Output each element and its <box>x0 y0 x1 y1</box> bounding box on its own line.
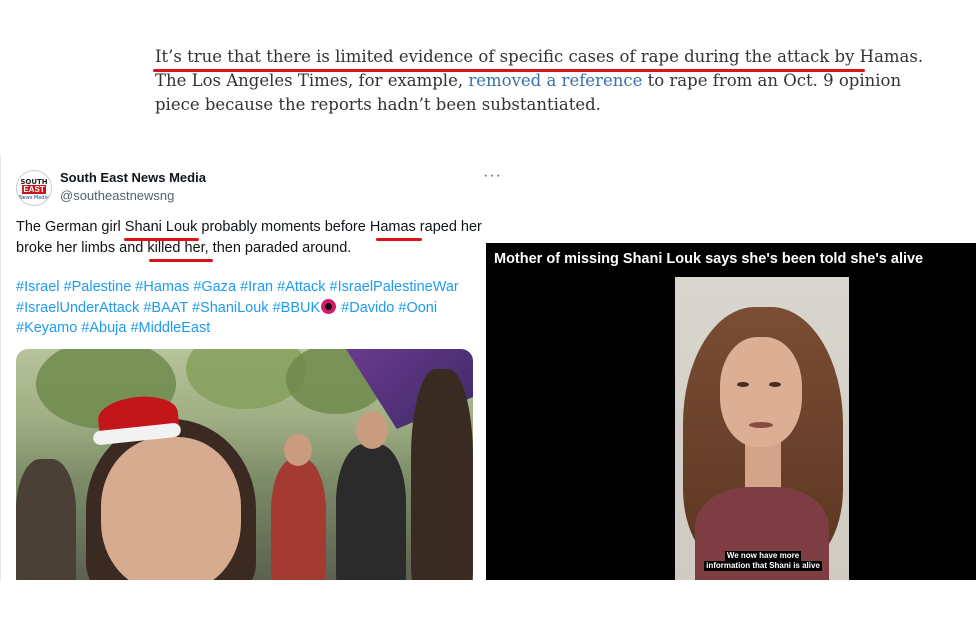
tweet-text-hamas: Hamas <box>369 219 416 235</box>
article-line-2: The Los Angeles Times, for example, remo… <box>155 69 901 93</box>
tweet-text-killed-her: killed her <box>147 240 205 256</box>
photo-head <box>356 411 388 449</box>
avatar[interactable]: SOUTH EAST News Media <box>16 170 52 206</box>
hashtag-row: #IsraelUnderAttack #BAAT #ShaniLouk #BBU… <box>16 298 501 319</box>
video-subtitle: We now have more information that Shani … <box>693 551 833 571</box>
display-name[interactable]: South East News Media <box>60 170 206 185</box>
article-line-1: It’s true that there is limited evidence… <box>155 47 924 66</box>
underline-killed-her <box>149 259 213 262</box>
user-handle[interactable]: @southeastnewsng <box>60 188 174 203</box>
video-mouth <box>749 422 773 428</box>
tweet-text-segment: raped her <box>415 219 482 235</box>
video-title: Mother of missing Shani Louk says she's … <box>494 251 924 267</box>
eye-icon <box>321 298 337 314</box>
underline-hamas <box>376 238 422 241</box>
tweet-text-segment: probably moments before <box>197 219 370 235</box>
hashtags: #Israel #Palestine #Hamas #Gaza #Iran #A… <box>16 277 501 339</box>
video-frame <box>675 277 849 580</box>
article-text: The Los Angeles Times, for example, <box>155 71 469 90</box>
avatar-text: EAST <box>22 185 46 194</box>
article-text: to rape from an Oct. 9 opinion <box>642 71 902 90</box>
photo-person <box>271 459 326 580</box>
removed-reference-link[interactable]: removed a reference <box>468 71 642 90</box>
hashtag-group[interactable]: #IsraelUnderAttack #BAAT #ShaniLouk #BBU… <box>16 300 320 316</box>
photo-face <box>101 437 241 580</box>
underline-shani-louk <box>124 238 199 241</box>
subtitle-line-2: information that Shani is alive <box>704 561 822 571</box>
photo-person <box>16 459 76 580</box>
subtitle-line-1: We now have more <box>724 551 802 561</box>
tweet-text-segment: , then paraded around. <box>204 240 352 256</box>
video-face <box>720 337 802 447</box>
tweet-text: The German girl Shani Louk probably mome… <box>16 217 501 259</box>
article-underline <box>153 69 865 72</box>
tweet-text-segment: broke her limbs and <box>16 240 148 256</box>
hashtag-row[interactable]: #Israel #Palestine #Hamas #Gaza #Iran #A… <box>16 277 501 298</box>
avatar-text: News Media <box>18 195 50 201</box>
photo-person <box>411 369 473 580</box>
article-line-3: piece because the reports hadn’t been su… <box>155 95 601 114</box>
tweet-text-segment: The German girl <box>16 219 125 235</box>
hashtag-row[interactable]: #Keyamo #Abuja #MiddleEast <box>16 318 501 339</box>
tweet-photo[interactable] <box>16 349 473 580</box>
photo-person <box>336 444 406 580</box>
hashtag-group[interactable]: #Davido #Ooni <box>337 300 437 316</box>
video-eye <box>769 382 781 387</box>
tweet-text-shani-louk: Shani Louk <box>124 219 198 235</box>
video-panel[interactable]: Mother of missing Shani Louk says she's … <box>486 243 976 580</box>
photo-head <box>284 434 312 466</box>
article-excerpt: It’s true that there is limited evidence… <box>155 45 924 117</box>
video-eye <box>737 382 749 387</box>
more-options-icon[interactable]: ··· <box>483 167 501 185</box>
tweet-card: SOUTH EAST News Media South East News Me… <box>0 155 501 580</box>
